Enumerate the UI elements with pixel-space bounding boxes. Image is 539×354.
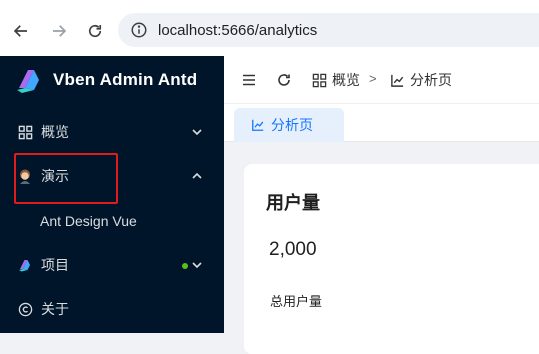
chart-icon	[252, 119, 264, 131]
breadcrumb-overview[interactable]: 概览	[312, 70, 360, 90]
stat-card: 用户量 2,000 总用户量	[244, 164, 539, 354]
tabs-bar: 分析页	[224, 104, 539, 142]
breadcrumb-label: 分析页	[410, 72, 452, 88]
dashboard-grid-icon	[17, 124, 33, 140]
sidebar-item-about[interactable]: 关于	[0, 289, 224, 329]
chevron-down-icon	[192, 262, 202, 269]
reload-button[interactable]	[83, 19, 107, 43]
sidebar-item-project[interactable]: 项目	[0, 245, 224, 285]
url-text[interactable]: localhost:5666/analytics	[158, 22, 317, 39]
reload-icon	[88, 24, 102, 38]
tab-label: 分析页	[271, 117, 313, 133]
brand-title: Vben Admin Antd	[53, 70, 198, 89]
back-button[interactable]	[9, 19, 33, 43]
card-title: 用户量	[266, 193, 320, 213]
page-header: 概览 > 分析页	[224, 56, 539, 104]
card-value: 2,000	[269, 239, 317, 260]
arrow-right-icon	[53, 25, 67, 37]
vben-logo-icon	[17, 70, 39, 93]
sidebar-item-label: 关于	[41, 301, 69, 317]
sidebar-subitem-ant-design-vue[interactable]: Ant Design Vue	[0, 201, 224, 241]
sidebar-item-label: 概览	[41, 124, 69, 140]
breadcrumb-analytics[interactable]: 分析页	[390, 70, 452, 90]
forward-button[interactable]	[47, 19, 71, 43]
card-footer: 总用户量	[270, 294, 323, 309]
chart-icon	[391, 74, 404, 87]
brand[interactable]: Vben Admin Antd	[0, 56, 224, 104]
chevron-down-icon	[192, 129, 202, 136]
vben-logo-icon	[17, 257, 33, 273]
sidebar: Vben Admin Antd 概览 演示 Ant Design Vue 项目 …	[0, 56, 224, 333]
annotation-highlight-box	[14, 153, 118, 204]
dashboard-grid-icon	[312, 73, 327, 87]
breadcrumb-label: 概览	[332, 72, 360, 88]
refresh-icon[interactable]	[276, 72, 292, 88]
tab-analytics[interactable]: 分析页	[234, 108, 344, 142]
sidebar-item-overview[interactable]: 概览	[0, 112, 224, 152]
copyright-icon	[17, 301, 33, 317]
chevron-up-icon	[192, 172, 202, 179]
main-content: 用户量 2,000 总用户量	[224, 142, 539, 354]
address-bar[interactable]: localhost:5666/analytics	[118, 13, 539, 47]
breadcrumb-separator: >	[369, 71, 377, 86]
status-dot	[182, 263, 188, 269]
info-icon[interactable]	[128, 19, 150, 41]
menu-icon[interactable]	[241, 72, 257, 88]
browser-toolbar: localhost:5666/analytics	[0, 0, 539, 56]
arrow-left-icon	[13, 25, 27, 37]
sidebar-item-label: 项目	[41, 257, 69, 273]
sidebar-item-label: Ant Design Vue	[40, 213, 137, 229]
